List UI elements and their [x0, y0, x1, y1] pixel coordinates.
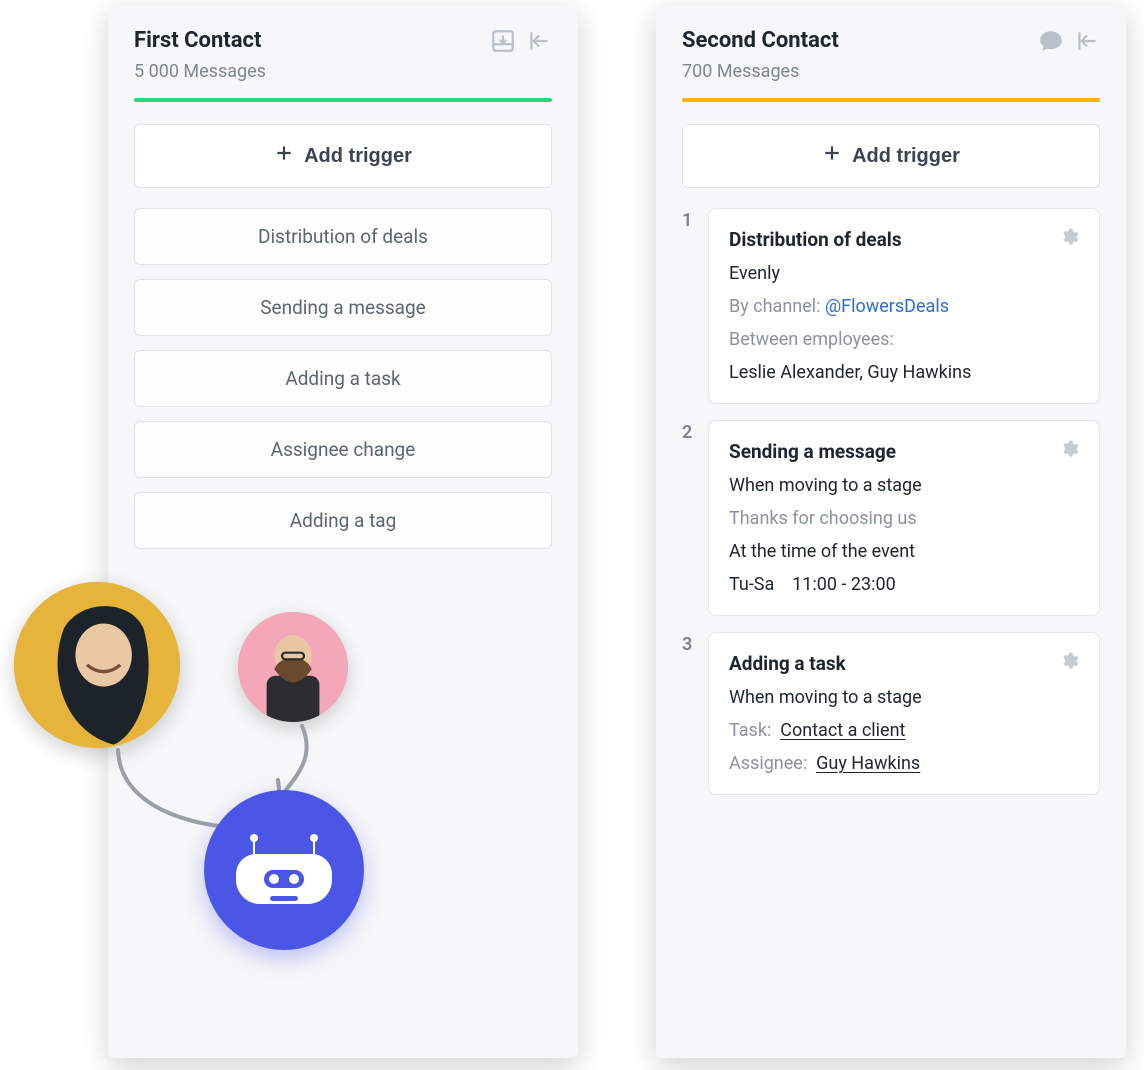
panel-first-contact: First Contact 5 000 Messages Add trigger [108, 6, 578, 1058]
card-title: Adding a task [729, 652, 846, 675]
between-employees-value: Leslie Alexander, Guy Hawkins [729, 362, 1079, 383]
card-line-assignee: Assignee: Guy Hawkins [729, 753, 1079, 774]
panel-title: First Contact [134, 28, 266, 53]
plus-icon [822, 143, 842, 169]
add-trigger-label: Add trigger [304, 145, 412, 168]
add-trigger-button[interactable]: Add trigger [682, 124, 1100, 188]
card-distribution-of-deals[interactable]: Distribution of deals Evenly By channel:… [708, 208, 1100, 404]
option-adding-a-tag[interactable]: Adding a tag [134, 492, 552, 549]
gear-icon[interactable] [1059, 651, 1079, 675]
panel-second-contact: Second Contact 700 Messages Add trigger [656, 6, 1126, 1058]
panel-header: Second Contact 700 Messages [682, 28, 1100, 82]
step-row: 2 Sending a message When moving to a sta… [682, 420, 1100, 616]
card-line-when: When moving to a stage [729, 475, 1079, 496]
card-header: Adding a task [729, 651, 1079, 675]
card-sending-a-message[interactable]: Sending a message When moving to a stage… [708, 420, 1100, 616]
option-distribution-of-deals[interactable]: Distribution of deals [134, 208, 552, 265]
header-icons [1038, 28, 1100, 58]
task-label: Task: [729, 720, 771, 741]
accent-stripe [682, 98, 1100, 102]
task-value[interactable]: Contact a client [780, 720, 905, 741]
channel-link[interactable]: @FlowersDeals [825, 296, 949, 317]
steps-list: 1 Distribution of deals Evenly By channe… [682, 208, 1100, 795]
card-title: Sending a message [729, 440, 896, 463]
between-employees-label: Between employees: [729, 329, 1079, 350]
panel-header: First Contact 5 000 Messages [134, 28, 552, 82]
option-assignee-change[interactable]: Assignee change [134, 421, 552, 478]
header-titles: First Contact 5 000 Messages [134, 28, 266, 82]
step-number: 1 [682, 208, 698, 404]
gear-icon[interactable] [1059, 439, 1079, 463]
gear-icon[interactable] [1059, 227, 1079, 251]
assignee-label: Assignee: [729, 753, 807, 774]
by-channel-label: By channel: [729, 296, 825, 317]
card-header: Sending a message [729, 439, 1079, 463]
card-title: Distribution of deals [729, 228, 902, 251]
add-trigger-button[interactable]: Add trigger [134, 124, 552, 188]
card-line-when: When moving to a stage [729, 687, 1079, 708]
card-line-evenly: Evenly [729, 263, 1079, 284]
inbox-download-icon[interactable] [490, 28, 516, 58]
card-line-schedule: Tu-Sa 11:00 - 23:00 [729, 574, 1079, 595]
collapse-left-icon[interactable] [526, 28, 552, 58]
step-row: 1 Distribution of deals Evenly By channe… [682, 208, 1100, 404]
step-row: 3 Adding a task When moving to a stage T… [682, 632, 1100, 795]
card-header: Distribution of deals [729, 227, 1079, 251]
card-line-task: Task: Contact a client [729, 720, 1079, 741]
card-adding-a-task[interactable]: Adding a task When moving to a stage Tas… [708, 632, 1100, 795]
option-sending-a-message[interactable]: Sending a message [134, 279, 552, 336]
header-titles: Second Contact 700 Messages [682, 28, 839, 82]
panel-title: Second Contact [682, 28, 839, 53]
option-adding-a-task[interactable]: Adding a task [134, 350, 552, 407]
chat-bubble-icon[interactable] [1038, 28, 1064, 58]
assignee-value[interactable]: Guy Hawkins [816, 753, 920, 774]
card-line-by-channel: By channel: @FlowersDeals [729, 296, 1079, 317]
step-number: 2 [682, 420, 698, 616]
card-line-template: Thanks for choosing us [729, 508, 1079, 529]
plus-icon [274, 143, 294, 169]
add-trigger-label: Add trigger [852, 145, 960, 168]
panel-subtitle: 5 000 Messages [134, 61, 266, 82]
card-line-at-time: At the time of the event [729, 541, 1079, 562]
header-icons [490, 28, 552, 58]
step-number: 3 [682, 632, 698, 795]
panel-subtitle: 700 Messages [682, 61, 839, 82]
accent-stripe [134, 98, 552, 102]
collapse-left-icon[interactable] [1074, 28, 1100, 58]
